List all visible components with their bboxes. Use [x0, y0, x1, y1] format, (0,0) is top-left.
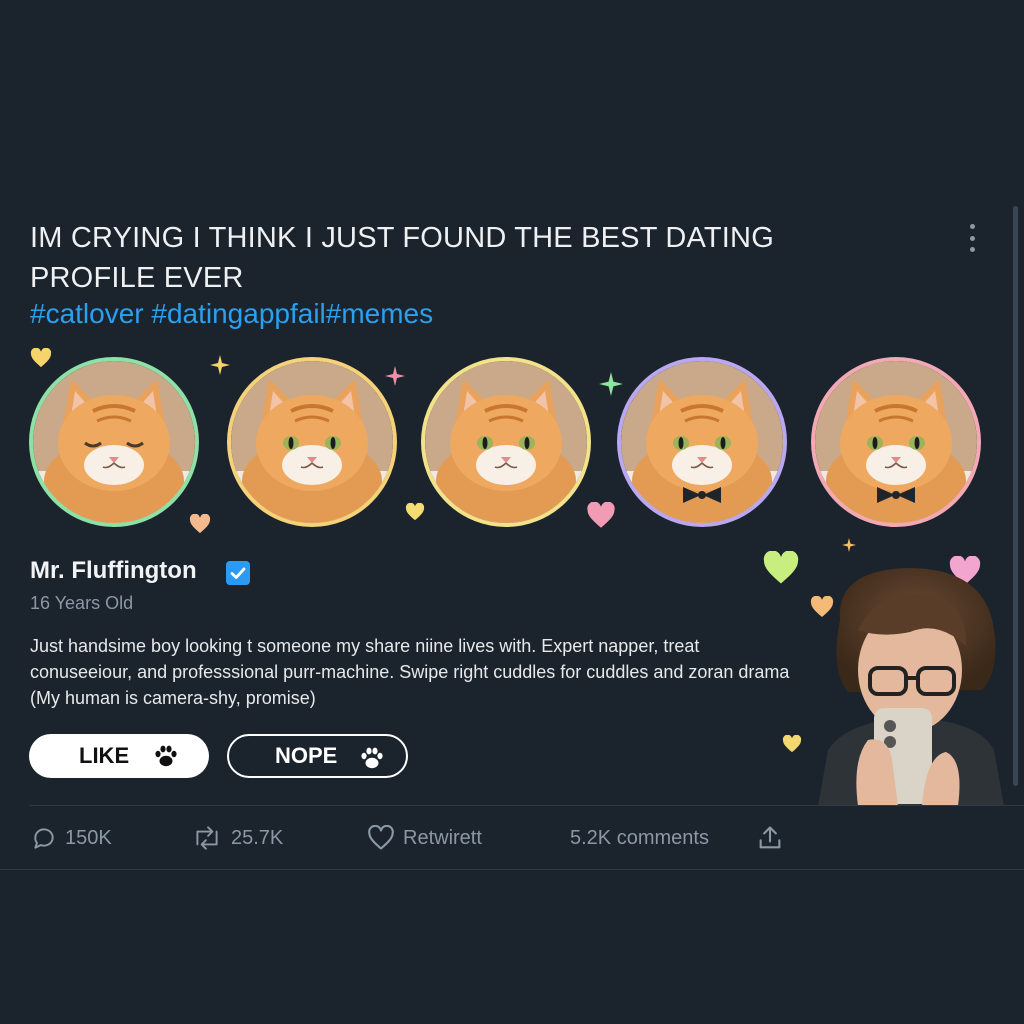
comments-count: 5.2K comments — [570, 826, 709, 849]
post-card: IM CRYING I THINK I JUST FOUND THE BEST … — [0, 0, 1024, 1024]
cat-photo-4[interactable] — [617, 357, 787, 527]
sparkle-icon — [385, 366, 405, 386]
nope-button[interactable]: NOPE — [227, 734, 408, 778]
paw-icon — [361, 747, 383, 769]
heart-icon — [405, 503, 425, 521]
bio-line: conuseeiour, and professsional purr-mach… — [30, 662, 790, 682]
bio-line: Just handsime boy looking t someone my s… — [30, 636, 700, 656]
share-button[interactable] — [756, 823, 792, 853]
like-action-label: Retwirett — [403, 826, 482, 849]
cat-photo-3[interactable] — [421, 357, 591, 527]
repost-button[interactable]: 25.7K — [191, 823, 283, 853]
sparkle-icon — [599, 372, 623, 396]
divider — [0, 869, 1024, 870]
repost-icon — [196, 826, 218, 850]
heart-icon — [189, 514, 211, 534]
comment-icon — [34, 828, 54, 849]
comments-button[interactable]: 5.2K comments — [570, 823, 709, 853]
heart-icon — [782, 735, 802, 753]
profile-name: Mr. Fluffington — [30, 557, 197, 584]
heart-icon — [30, 348, 52, 368]
verified-badge-icon — [226, 561, 250, 585]
like-action-button[interactable]: Retwirett — [367, 823, 482, 853]
post-title: IM CRYING I THINK I JUST FOUND THE BEST … — [30, 218, 850, 298]
post-title-line-2: PROFILE EVER — [30, 262, 244, 294]
sparkle-icon — [210, 355, 230, 375]
post-title-line-1: IM CRYING I THINK I JUST FOUND THE BEST … — [30, 222, 774, 254]
cat-illustration — [425, 361, 587, 523]
sparkle-icon — [842, 538, 856, 552]
cat-illustration — [33, 361, 195, 523]
divider — [30, 805, 1024, 806]
post-hashtags[interactable]: #catlover #datingappfail#memes — [30, 298, 433, 330]
like-button[interactable]: LIKE — [29, 734, 209, 778]
paw-icon — [155, 745, 177, 767]
cat-illustration — [231, 361, 393, 523]
repost-count: 25.7K — [231, 826, 284, 849]
cat-photo-1[interactable] — [29, 357, 199, 527]
more-options-icon[interactable] — [962, 224, 982, 252]
share-icon — [759, 826, 781, 849]
profile-age: 16 Years Old — [30, 593, 134, 613]
cat-photo-5[interactable] — [811, 357, 981, 527]
heart-icon — [763, 551, 799, 584]
scrollbar[interactable] — [1013, 206, 1018, 786]
like-button-label: LIKE — [79, 743, 130, 768]
person-with-phone-image — [818, 568, 1004, 806]
cat-photo-2[interactable] — [227, 357, 397, 527]
reply-count: 150K — [65, 826, 112, 849]
bio-line: (My human is camera-shy, promise) — [30, 688, 316, 708]
reply-button[interactable]: 150K — [31, 823, 112, 853]
profile-bio: Just handsime boy looking t someone my s… — [30, 633, 842, 711]
cat-illustration — [815, 361, 977, 523]
heart-outline-icon — [368, 825, 394, 850]
cat-illustration — [621, 361, 783, 523]
nope-button-label: NOPE — [275, 743, 338, 768]
heart-icon — [587, 502, 615, 528]
